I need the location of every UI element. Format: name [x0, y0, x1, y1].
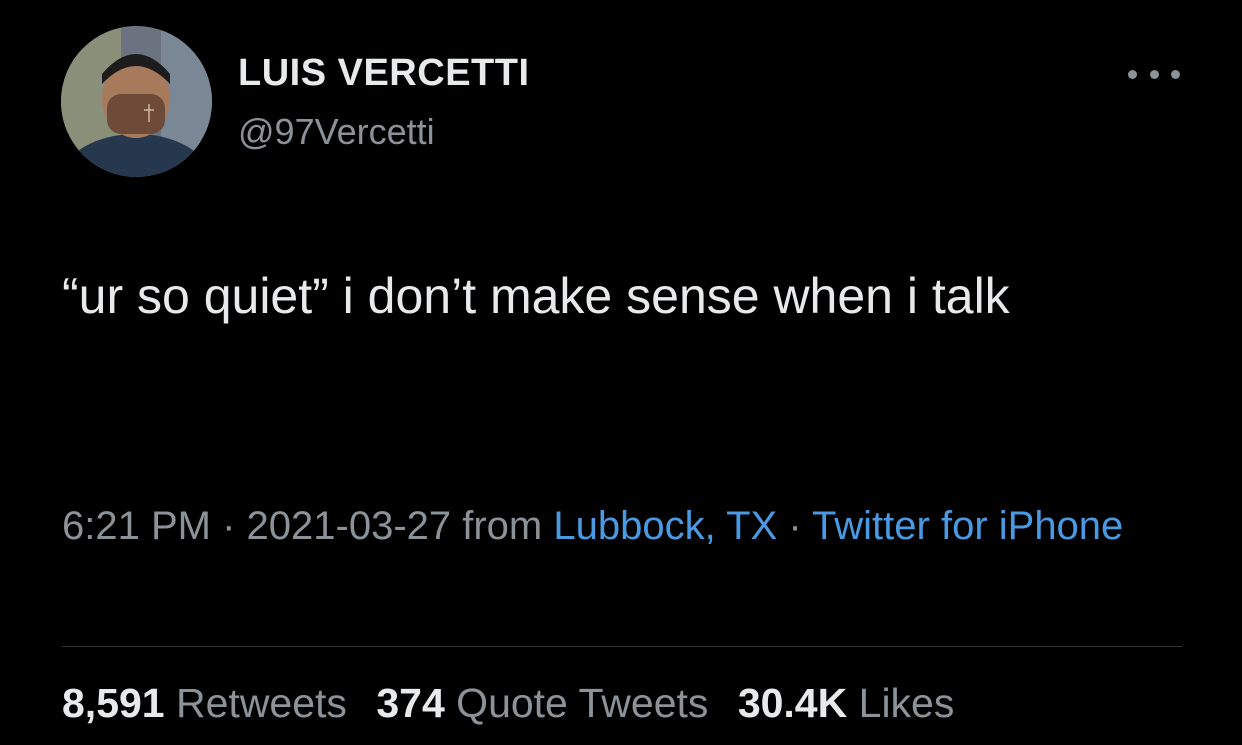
tweet-location-link[interactable]: Lubbock, TX — [553, 504, 777, 548]
likes-label: Likes — [858, 680, 955, 726]
likes-count: 30.4K — [737, 680, 848, 726]
quotes-count: 374 — [376, 680, 445, 726]
quote-tweets-stat[interactable]: 374 Quote Tweets — [376, 680, 708, 726]
quotes-label: Quote Tweets — [456, 680, 709, 726]
more-dot — [1128, 69, 1137, 79]
meta-from: from — [451, 504, 554, 548]
tweet-card: LUIS VERCETTI @97Vercetti “ur so quiet” … — [0, 0, 1242, 745]
meta-separator: · — [777, 504, 813, 548]
tweet-client-link[interactable]: Twitter for iPhone — [812, 504, 1123, 548]
tweet-time[interactable]: 6:21 PM — [62, 504, 211, 548]
avatar[interactable] — [61, 26, 212, 177]
tweet-stats: 8,591 Retweets 374 Quote Tweets 30.4K Li… — [62, 680, 972, 727]
more-dot — [1149, 69, 1159, 79]
tweet-text: “ur so quiet” i don’t make sense when i … — [62, 268, 1010, 324]
more-dot — [1171, 69, 1180, 79]
divider — [62, 646, 1182, 647]
avatar-image — [61, 26, 212, 177]
tweet-date[interactable]: 2021-03-27 — [247, 504, 452, 548]
likes-stat[interactable]: 30.4K Likes — [738, 680, 955, 726]
display-name[interactable]: LUIS VERCETTI — [238, 52, 530, 95]
retweets-stat[interactable]: 8,591 Retweets — [62, 680, 347, 726]
more-horizontal-icon[interactable] — [1128, 60, 1180, 88]
meta-separator: · — [210, 504, 247, 548]
tweet-meta: 6:21 PM · 2021-03-27 from Lubbock, TX · … — [62, 497, 1172, 556]
retweets-count: 8,591 — [62, 680, 165, 726]
user-handle[interactable]: @97Vercetti — [238, 111, 435, 153]
retweets-label: Retweets — [176, 680, 347, 726]
